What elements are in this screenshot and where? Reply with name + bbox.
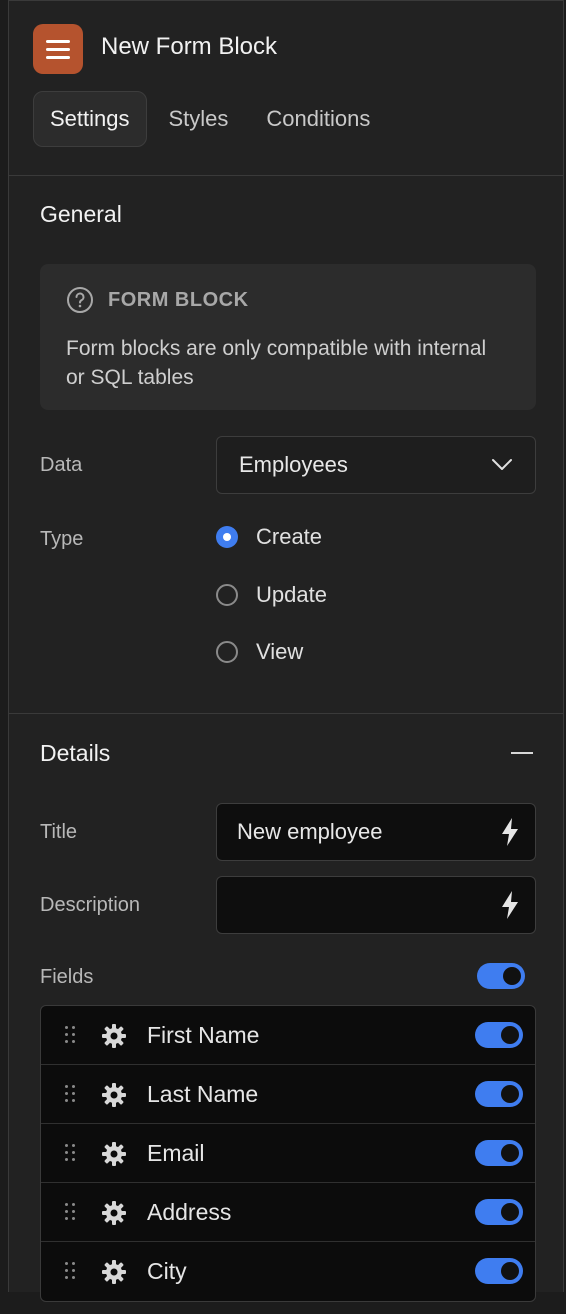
title-input[interactable]: New employee bbox=[216, 803, 536, 861]
general-section-title: General bbox=[40, 201, 122, 227]
title-input-value: New employee bbox=[237, 819, 383, 844]
field-list: First Name Last Name Email Address City bbox=[40, 1005, 536, 1302]
fields-label: Fields bbox=[40, 966, 94, 988]
gear-icon[interactable] bbox=[101, 1082, 127, 1108]
binding-lightning-icon[interactable] bbox=[499, 890, 521, 920]
list-item: First Name bbox=[41, 1006, 535, 1065]
help-circle-icon bbox=[67, 287, 93, 313]
general-section: General FORM BLOCK Form blocks are only … bbox=[9, 176, 563, 714]
field-toggle[interactable] bbox=[475, 1022, 523, 1048]
description-input[interactable] bbox=[216, 876, 536, 934]
type-option-label: Update bbox=[256, 582, 327, 607]
collapse-icon[interactable] bbox=[511, 752, 533, 754]
field-toggle[interactable] bbox=[475, 1140, 523, 1166]
data-label: Data bbox=[40, 454, 83, 476]
drag-handle-icon[interactable] bbox=[65, 1144, 77, 1162]
description-label: Description bbox=[40, 894, 141, 916]
tab-styles[interactable]: Styles bbox=[153, 91, 245, 147]
drag-handle-icon[interactable] bbox=[65, 1262, 77, 1280]
drag-handle-icon[interactable] bbox=[65, 1203, 77, 1221]
tab-settings[interactable]: Settings bbox=[33, 91, 147, 147]
field-name: Email bbox=[147, 1139, 205, 1166]
drag-handle-icon[interactable] bbox=[65, 1085, 77, 1103]
data-select[interactable]: Employees bbox=[216, 436, 536, 494]
info-heading: FORM BLOCK bbox=[108, 288, 249, 311]
type-option-update[interactable]: Update bbox=[216, 582, 327, 608]
field-name: Address bbox=[147, 1198, 232, 1225]
gear-icon[interactable] bbox=[101, 1023, 127, 1049]
radio-selected-icon bbox=[216, 526, 238, 548]
list-item: Email bbox=[41, 1124, 535, 1183]
gear-icon[interactable] bbox=[101, 1259, 127, 1285]
fields-toggle[interactable] bbox=[477, 963, 525, 989]
gear-icon[interactable] bbox=[101, 1200, 127, 1226]
binding-lightning-icon[interactable] bbox=[499, 817, 521, 847]
radio-unselected-icon bbox=[216, 641, 238, 663]
details-section: Details Title New employee Description F… bbox=[9, 714, 563, 1314]
type-option-label: View bbox=[256, 639, 304, 664]
field-toggle[interactable] bbox=[475, 1199, 523, 1225]
info-text: Form blocks are only compatible with int… bbox=[66, 337, 487, 389]
panel-header: New Form Block Settings Styles Condition… bbox=[9, 1, 563, 176]
panel-title: New Form Block bbox=[101, 33, 278, 60]
details-section-title: Details bbox=[40, 740, 111, 766]
type-label: Type bbox=[40, 528, 84, 550]
type-option-view[interactable]: View bbox=[216, 639, 303, 665]
field-name: Last Name bbox=[147, 1080, 259, 1107]
gear-icon[interactable] bbox=[101, 1141, 127, 1167]
tab-conditions[interactable]: Conditions bbox=[250, 91, 386, 147]
chevron-down-icon bbox=[492, 459, 512, 470]
info-callout: FORM BLOCK Form blocks are only compatib… bbox=[40, 264, 536, 410]
title-label: Title bbox=[40, 821, 78, 843]
field-toggle[interactable] bbox=[475, 1258, 523, 1284]
radio-unselected-icon bbox=[216, 584, 238, 606]
list-item: Address bbox=[41, 1183, 535, 1242]
tab-bar: Settings Styles Conditions bbox=[33, 91, 386, 147]
menu-icon[interactable] bbox=[33, 24, 83, 74]
field-name: City bbox=[147, 1258, 187, 1284]
settings-panel: New Form Block Settings Styles Condition… bbox=[8, 0, 564, 1302]
data-select-value: Employees bbox=[239, 452, 348, 477]
list-item: Last Name bbox=[41, 1065, 535, 1124]
field-toggle[interactable] bbox=[475, 1081, 523, 1107]
type-option-label: Create bbox=[256, 524, 323, 549]
drag-handle-icon[interactable] bbox=[65, 1026, 77, 1044]
type-option-create[interactable]: Create bbox=[216, 524, 322, 550]
field-name: First Name bbox=[147, 1021, 260, 1048]
list-item: City bbox=[41, 1242, 535, 1301]
